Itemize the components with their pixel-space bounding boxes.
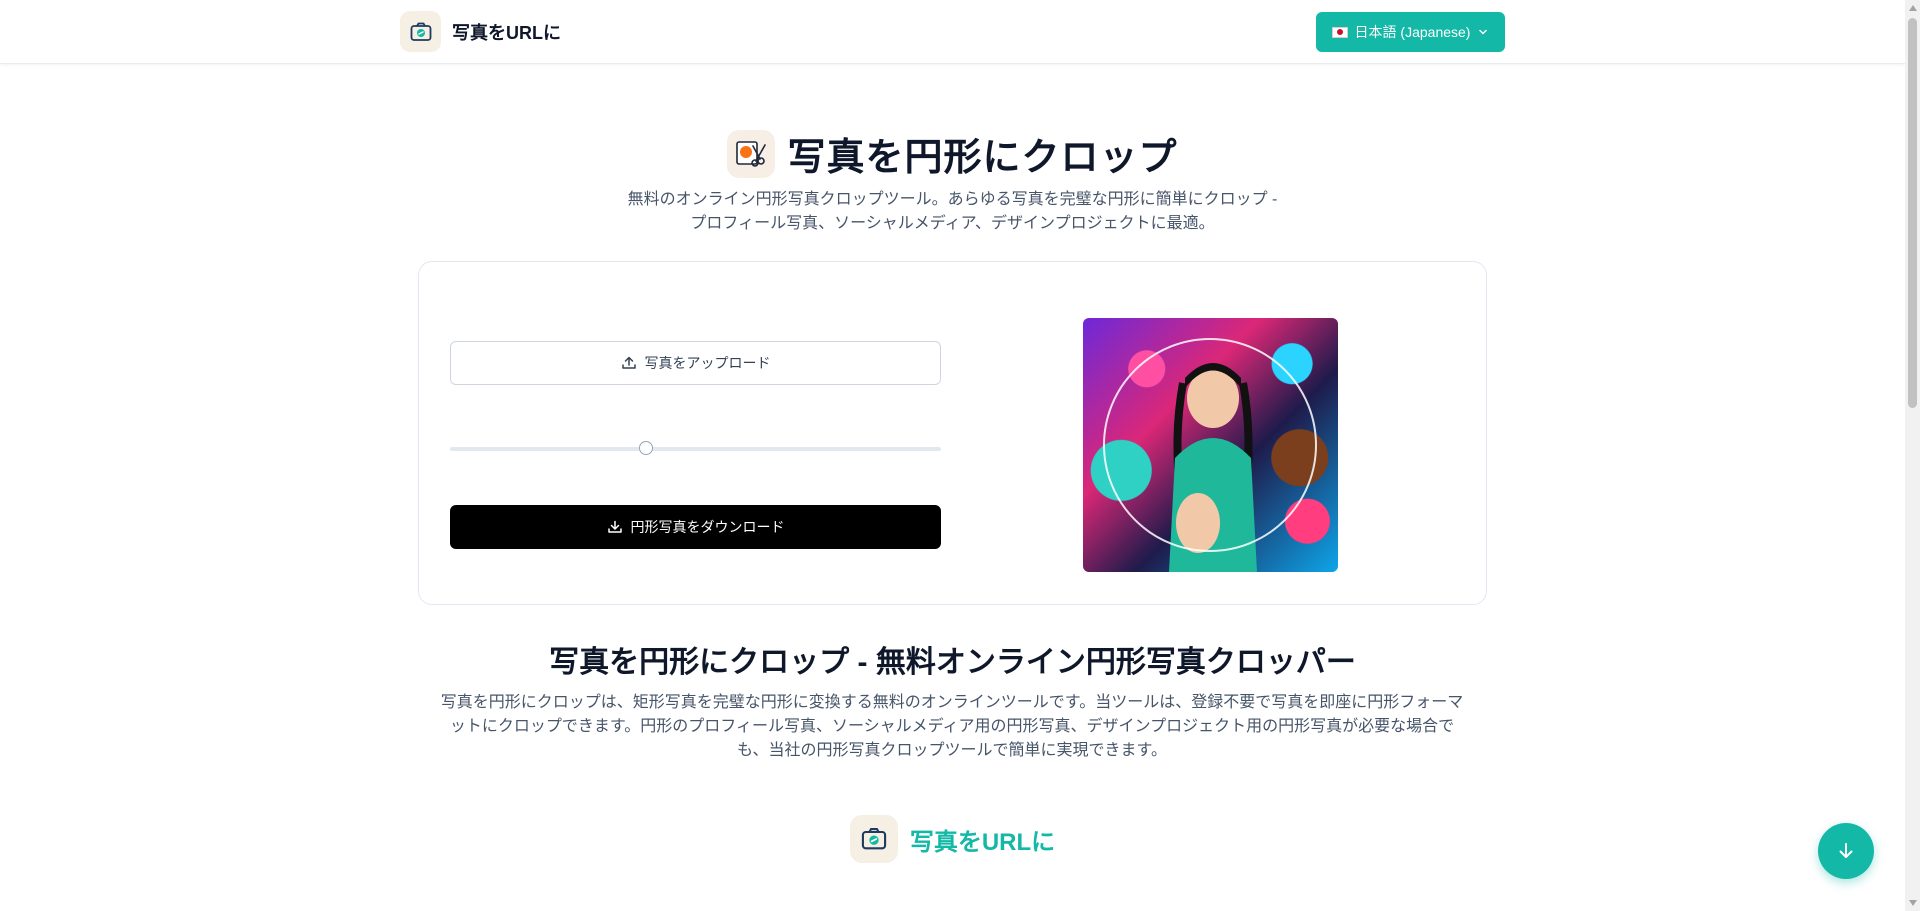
- download-icon: [607, 520, 622, 533]
- scissors-photo-icon: [736, 140, 767, 167]
- brand-name[interactable]: 写真をURLに: [452, 19, 561, 45]
- scrollbar-thumb[interactable]: [1908, 18, 1917, 408]
- section-description: 写真を円形にクロップは、矩形写真を完璧な円形に変換する無料のオンラインツールです…: [437, 691, 1467, 763]
- upload-label: 写真をアップロード: [644, 355, 771, 371]
- arrow-down-icon: [1839, 843, 1853, 858]
- page-scrollbar[interactable]: [1905, 0, 1920, 911]
- footer-brand: 写真をURLに: [0, 815, 1905, 863]
- footer-brand-name[interactable]: 写真をURLに: [910, 822, 1055, 857]
- camera-link-icon: [410, 22, 431, 41]
- hero-icon-box: [727, 129, 776, 178]
- scroll-down-arrow-icon[interactable]: [1909, 900, 1917, 906]
- crop-circle-overlay[interactable]: [1103, 338, 1317, 552]
- description-line: も、当社の円形写真クロップツールで簡単に実現できます。: [737, 742, 1167, 759]
- scroll-down-button[interactable]: [1818, 823, 1874, 879]
- section-heading: 写真を円形にクロップ - 無料オンライン円形写真クロッパー: [549, 646, 1356, 679]
- top-header: 写真をURLに 日本語 (Japanese): [0, 0, 1905, 64]
- zoom-slider-track[interactable]: [450, 447, 941, 451]
- page-title: 写真を円形にクロップ: [787, 137, 1178, 179]
- upload-photo-button[interactable]: 写真をアップロード: [450, 341, 941, 385]
- camera-link-icon: [861, 828, 886, 850]
- hero-title-row: 写真を円形にクロップ: [0, 126, 1905, 181]
- upload-icon: [621, 356, 636, 369]
- download-label: 円形写真をダウンロード: [630, 519, 785, 535]
- brand-logo[interactable]: [400, 11, 441, 52]
- chevron-down-icon: [1479, 29, 1488, 35]
- download-circle-photo-button[interactable]: 円形写真をダウンロード: [450, 505, 941, 549]
- photo-preview[interactable]: [1083, 318, 1338, 572]
- subtitle-line: プロフィール写真、ソーシャルメディア、デザインプロジェクトに最適。: [690, 215, 1215, 232]
- japan-flag-icon: [1331, 26, 1348, 38]
- scroll-up-arrow-icon[interactable]: [1909, 5, 1917, 11]
- subtitle-line: 無料のオンライン円形写真クロップツール。あらゆる写真を完璧な円形に簡単にクロップ…: [627, 191, 1278, 208]
- footer-logo[interactable]: [849, 815, 898, 863]
- language-selector-button[interactable]: 日本語 (Japanese): [1316, 12, 1505, 52]
- language-label: 日本語 (Japanese): [1354, 24, 1471, 40]
- description-line: 写真を円形にクロップは、矩形写真を完璧な円形に変換する無料のオンラインツールです…: [440, 694, 1464, 711]
- description-line: ットにクロップできます。円形のプロフィール写真、ソーシャルメディア用の円形写真、…: [449, 718, 1455, 735]
- page-subtitle: 無料のオンライン円形写真クロップツール。あらゆる写真を完璧な円形に簡単にクロップ…: [560, 188, 1345, 236]
